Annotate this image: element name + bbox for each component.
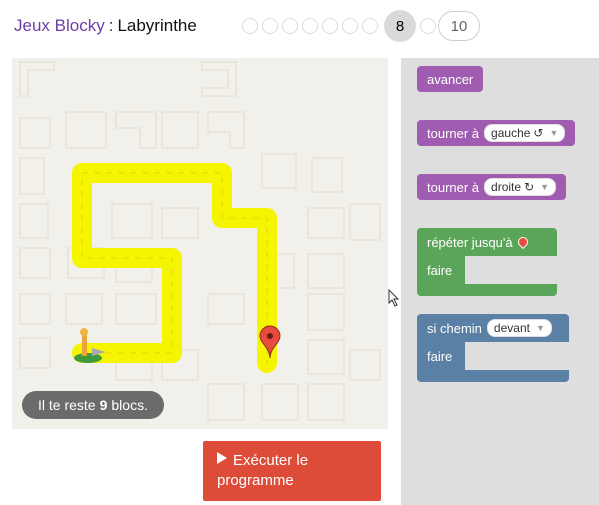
level-dot-3[interactable] xyxy=(282,18,298,34)
dropdown-arrow-icon: ▼ xyxy=(549,128,559,138)
app-header: Jeux Blocky : Labyrinthe xyxy=(14,10,197,42)
run-button-label: Exécuter le programme xyxy=(217,452,309,489)
repeat-do-slot[interactable] xyxy=(465,256,557,284)
if-path-body: faire xyxy=(417,342,569,370)
repeat-until-body: faire xyxy=(417,256,557,284)
if-path-label: si chemin xyxy=(427,320,482,336)
current-level-badge: 8 xyxy=(384,10,416,42)
dropdown-arrow-icon: ▼ xyxy=(540,182,550,192)
if-do-slot[interactable] xyxy=(465,342,569,370)
play-icon xyxy=(217,452,227,464)
repeat-until-header: répéter jusqu'à xyxy=(417,228,557,256)
level-dot-2[interactable] xyxy=(262,18,278,34)
turn-left-value: gauche xyxy=(491,126,531,140)
blocks-left-prefix: Il te reste xyxy=(38,397,96,413)
title-separator: : xyxy=(108,16,114,35)
turn-left-dropdown[interactable]: gauche ↺ ▼ xyxy=(484,124,566,142)
maze-path xyxy=(72,163,277,373)
if-path-block[interactable]: si chemin devant ▼ faire xyxy=(417,314,569,382)
level-dot-7[interactable] xyxy=(362,18,378,34)
blocks-left-badge: Il te reste 9 blocs. xyxy=(22,391,164,419)
dropdown-arrow-icon: ▼ xyxy=(535,323,545,333)
rotate-right-icon: ↻ xyxy=(524,180,535,194)
turn-right-block[interactable]: tourner à droite ↻ ▼ xyxy=(417,174,567,200)
move-forward-block[interactable]: avancer xyxy=(417,66,484,92)
level-dot-9[interactable] xyxy=(420,18,436,34)
rotate-left-icon: ↺ xyxy=(533,126,544,140)
repeat-do-label: faire xyxy=(417,256,465,284)
repeat-until-footer xyxy=(417,284,557,296)
blocks-left-count: 9 xyxy=(99,397,108,413)
goal-marker-icon xyxy=(515,234,530,250)
turn-right-dropdown[interactable]: droite ↻ ▼ xyxy=(484,178,557,196)
level-title: Labyrinthe xyxy=(117,16,197,35)
turn-left-label: tourner à xyxy=(427,125,480,141)
turn-left-block[interactable]: tourner à gauche ↺ ▼ xyxy=(417,120,576,146)
if-do-label: faire xyxy=(417,342,465,370)
if-path-value: devant xyxy=(493,321,530,335)
repeat-until-block[interactable]: répéter jusqu'à faire xyxy=(417,228,557,296)
move-forward-label: avancer xyxy=(427,71,474,87)
turn-right-value: droite xyxy=(491,180,522,194)
repeat-until-label: répéter jusqu'à xyxy=(427,234,513,250)
if-path-header: si chemin devant ▼ xyxy=(417,314,569,342)
maze-board: Il te reste 9 blocs. xyxy=(12,58,388,429)
level-navigation: 8 10 xyxy=(242,10,480,42)
level-dot-6[interactable] xyxy=(342,18,358,34)
turn-right-label: tourner à xyxy=(427,179,480,195)
maze-svg xyxy=(19,61,381,421)
level-dot-4[interactable] xyxy=(302,18,318,34)
last-level-link[interactable]: 10 xyxy=(438,11,480,41)
level-dot-1[interactable] xyxy=(242,18,258,34)
if-path-dropdown[interactable]: devant ▼ xyxy=(486,319,552,337)
game-title-link[interactable]: Jeux Blocky xyxy=(14,16,105,36)
blocks-left-suffix: blocs. xyxy=(111,397,148,413)
if-path-footer xyxy=(417,370,569,382)
blocks-toolbox: avancer tourner à gauche ↺ ▼ tourner à d… xyxy=(401,58,599,505)
mouse-cursor-icon xyxy=(388,289,400,307)
level-dot-5[interactable] xyxy=(322,18,338,34)
run-program-button[interactable]: Exécuter le programme xyxy=(203,441,381,501)
